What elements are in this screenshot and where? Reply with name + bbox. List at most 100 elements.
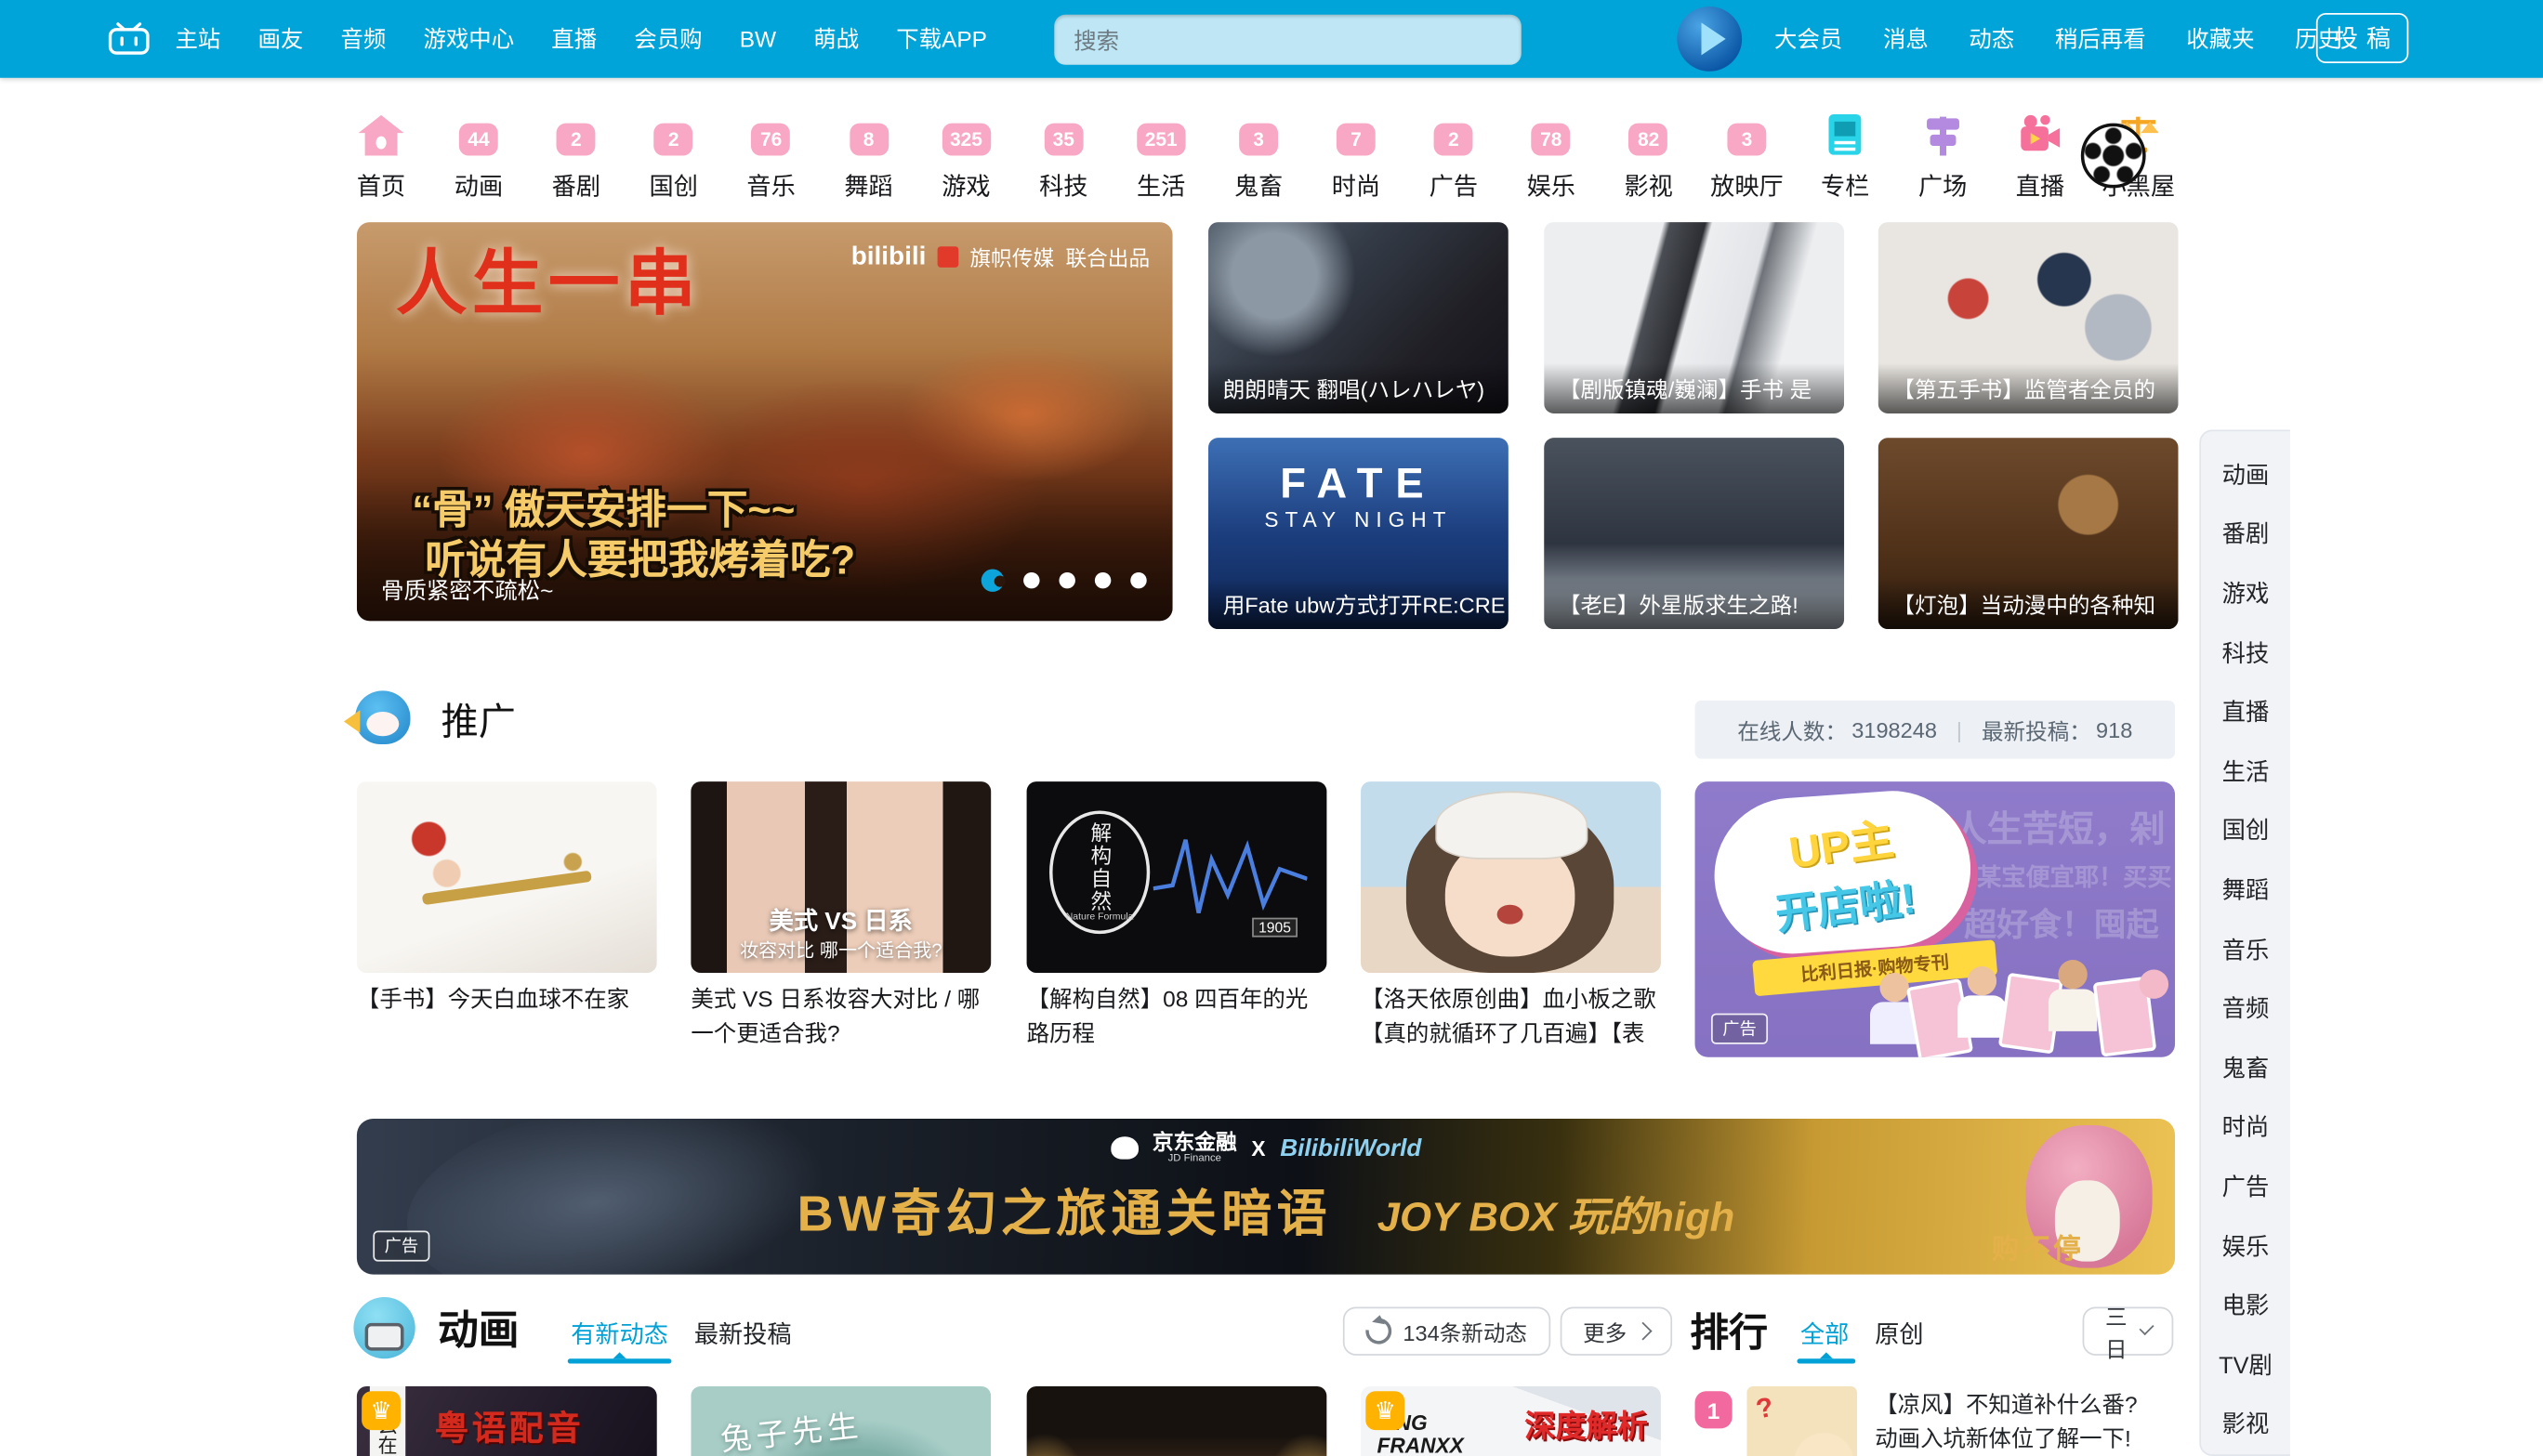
bilibili-tv-logo-icon[interactable] [107, 21, 151, 57]
period-dropdown[interactable]: 三日 [2083, 1306, 2174, 1355]
category-item-live[interactable]: 直播 [2005, 117, 2076, 203]
nav-item-download-app[interactable]: 下载APP [896, 22, 987, 55]
promo-video-title[interactable]: 【手书】今天白血球不在家 [357, 982, 657, 1017]
featured-video-card[interactable]: 【老E】外星版求生之路! [1544, 438, 1844, 629]
category-label: 科技 [1039, 168, 1087, 203]
rank-tab-all[interactable]: 全部 [1800, 1317, 1849, 1351]
nav-item-favorites[interactable]: 收藏夹 [2186, 22, 2254, 55]
sidenav-item-movie[interactable]: 电影 [2201, 1275, 2290, 1334]
category-item-plaza[interactable]: 广场 [1907, 117, 1979, 203]
carousel-dot[interactable] [1023, 572, 1039, 588]
sidenav-item-guochuang[interactable]: 国创 [2201, 800, 2290, 859]
promo-video-title[interactable]: 【洛天依原创曲】血小板之歌【真的就循环了几百遍】【表 [1361, 982, 1661, 1050]
nav-item-shop[interactable]: 会员购 [634, 22, 702, 55]
category-item-fashion[interactable]: 7 时尚 [1321, 117, 1392, 203]
nav-item-watch-later[interactable]: 稍后再看 [2055, 22, 2146, 55]
sidenav-item-tech[interactable]: 科技 [2201, 623, 2290, 682]
category-item-guochuang[interactable]: 2 国创 [638, 117, 709, 203]
anime-mascot-icon [353, 1297, 415, 1358]
more-button[interactable]: 更多 [1561, 1306, 1672, 1355]
carousel-dot[interactable] [1130, 572, 1146, 588]
featured-video-card[interactable]: 朗朗晴天 翻唱(ハレハレヤ) [1208, 222, 1509, 413]
search-input[interactable] [1054, 15, 1522, 65]
banner-ad[interactable]: 京东金融JD Finance X BilibiliWorld BW奇幻之旅通关暗… [357, 1119, 2175, 1275]
category-label: 国创 [650, 168, 698, 203]
promo-video-title[interactable]: 【解构自然】08 四百年的光路历程 [1027, 982, 1327, 1050]
nav-item-messages[interactable]: 消息 [1883, 22, 1929, 55]
category-item-music[interactable]: 76 音乐 [735, 117, 807, 203]
carousel-dot-active[interactable] [982, 569, 1004, 591]
sidenav-item-music[interactable]: 音乐 [2201, 919, 2290, 978]
category-item-cinephile[interactable]: 82 影视 [1613, 117, 1684, 203]
tab-latest-posts[interactable]: 最新投稿 [694, 1317, 792, 1351]
nav-item-gamecenter[interactable]: 游戏中心 [423, 22, 514, 55]
category-badge: 35 [1044, 123, 1083, 155]
sidenav-item-dance[interactable]: 舞蹈 [2201, 859, 2290, 919]
nav-item-live[interactable]: 直播 [551, 22, 597, 55]
nav-item-vip[interactable]: 大会员 [1774, 22, 1842, 55]
rank-item-thumbnail[interactable]: ? [1746, 1386, 1857, 1456]
category-item-game[interactable]: 325 游戏 [930, 117, 1002, 203]
category-item-anime[interactable]: 44 动画 [443, 117, 515, 203]
anime-video-card[interactable]: 兔子先生 [691, 1386, 991, 1456]
rank-item-title[interactable]: 【凉风】不知道补什么番? 动画入坑新体位了解一下! [1875, 1388, 2177, 1456]
nav-item-mainsite[interactable]: 主站 [175, 22, 220, 55]
sidenav-item-bangumi[interactable]: 番剧 [2201, 504, 2290, 563]
promo-video-card[interactable] [1361, 781, 1661, 973]
ad-bg-text: 人生苦短，剁 [1951, 801, 2165, 853]
featured-video-card[interactable]: FATE STAY NIGHT 用Fate ubw方式打开RE:CRE [1208, 438, 1509, 629]
carousel-dot[interactable] [1059, 572, 1074, 588]
nav-item-feed[interactable]: 动态 [1969, 22, 2014, 55]
anime-video-card[interactable]: 怎么在 粤语配音 ♛ [357, 1386, 657, 1456]
sidenav-item-kichiku[interactable]: 鬼畜 [2201, 1038, 2290, 1097]
category-item-life[interactable]: 251 生活 [1126, 117, 1197, 203]
category-item-dance[interactable]: 8 舞蹈 [833, 117, 904, 203]
sidenav-item-anime[interactable]: 动画 [2201, 444, 2290, 504]
sidenav-item-live[interactable]: 直播 [2201, 682, 2290, 741]
featured-video-card[interactable]: 【灯泡】当动漫中的各种知 [1878, 438, 2179, 629]
sidenav-item-cinephile[interactable]: 影视 [2201, 1394, 2290, 1453]
category-item-article[interactable]: 专栏 [1810, 117, 1881, 203]
nav-item-huayou[interactable]: 画友 [257, 22, 303, 55]
sidenav-item-fashion[interactable]: 时尚 [2201, 1097, 2290, 1157]
promo-video-card[interactable]: 解构自然 Nature Formula 1905 [1027, 781, 1327, 973]
nav-item-bw[interactable]: BW [740, 26, 776, 52]
carousel-dot[interactable] [1095, 572, 1111, 588]
main-carousel[interactable]: 人生一串 bilibili 旗帜传媒 联合出品 “骨” 傲天安排一下~~ 听说有… [357, 222, 1173, 621]
video-title: 用Fate ubw方式打开RE:CRE [1208, 579, 1509, 629]
category-item-tech[interactable]: 35 科技 [1028, 117, 1100, 203]
sidenav-item-game[interactable]: 游戏 [2201, 563, 2290, 623]
jd-finance-logo: 京东金融 [1153, 1132, 1237, 1154]
promo-video-title[interactable]: 美式 VS 日系妆容大对比 / 哪一个更适合我? [691, 982, 991, 1050]
card-circle-logo: 解构自然 Nature Formula [1049, 811, 1150, 935]
category-item-home[interactable]: 首页 [346, 117, 417, 203]
category-item-entertainment[interactable]: 78 娱乐 [1515, 117, 1587, 203]
upload-button[interactable]: 投稿 [2316, 13, 2408, 63]
category-item-theater[interactable]: 3 放映厅 [1710, 117, 1784, 203]
coop-label: 联合出品 [1065, 242, 1150, 272]
promo-ad-card[interactable]: 人生苦短，剁 子比某宝便宜耶！买买 超好食！囤起 UP主 开店啦! 比利日报·购… [1695, 781, 2176, 1057]
rank-tab-original[interactable]: 原创 [1875, 1317, 1923, 1351]
featured-video-card[interactable]: 【第五手书】监管者全员的 [1878, 222, 2179, 413]
soccer-ball-icon[interactable] [2081, 124, 2146, 189]
promo-video-card[interactable] [357, 781, 657, 973]
sidenav-item-ad[interactable]: 广告 [2201, 1156, 2290, 1215]
sidenav-item-life[interactable]: 生活 [2201, 741, 2290, 800]
anime-video-card[interactable]: LING FRANXX 深度解析 国家队到底在讲啥? ♛ [1361, 1386, 1661, 1456]
category-item-bangumi[interactable]: 2 番剧 [540, 117, 612, 203]
user-avatar[interactable] [1677, 7, 1742, 72]
nav-item-audio[interactable]: 音频 [340, 22, 386, 55]
category-item-ad[interactable]: 2 广告 [1417, 117, 1489, 203]
sidenav-item-entertainment[interactable]: 娱乐 [2201, 1215, 2290, 1275]
tab-new-activity[interactable]: 有新动态 [571, 1317, 668, 1351]
banner-subline: 购不停 [1992, 1226, 2084, 1266]
promo-video-card[interactable]: 美式 VS 日系 妆容对比 哪一个适合我? [691, 781, 991, 973]
sidenav-item-audio[interactable]: 音频 [2201, 978, 2290, 1038]
refresh-new-feed-button[interactable]: 134条新动态 [1343, 1306, 1550, 1355]
anime-video-card[interactable] [1027, 1386, 1327, 1456]
featured-video-card[interactable]: 【剧版镇魂/巍澜】手书 是 [1544, 222, 1844, 413]
category-item-kichiku[interactable]: 3 鬼畜 [1223, 117, 1295, 203]
nav-item-moe[interactable]: 萌战 [813, 22, 859, 55]
category-label: 音乐 [746, 168, 795, 203]
sidenav-item-tv[interactable]: TV剧 [2201, 1334, 2290, 1394]
